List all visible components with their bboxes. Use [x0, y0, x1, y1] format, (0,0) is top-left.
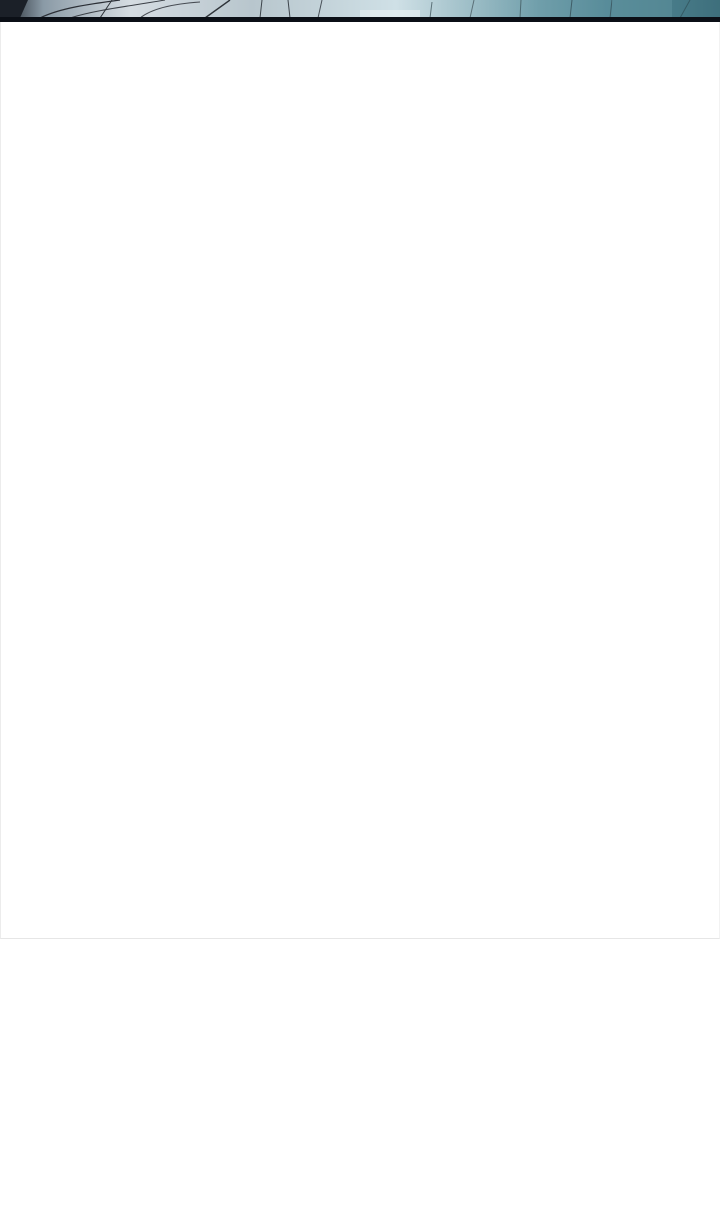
- page: [0, 0, 720, 1205]
- comic-artwork-strip: [0, 0, 720, 18]
- blank-content-panel: [0, 22, 720, 939]
- blank-lower-area: [0, 939, 720, 1205]
- comic-artwork-image: [0, 0, 720, 18]
